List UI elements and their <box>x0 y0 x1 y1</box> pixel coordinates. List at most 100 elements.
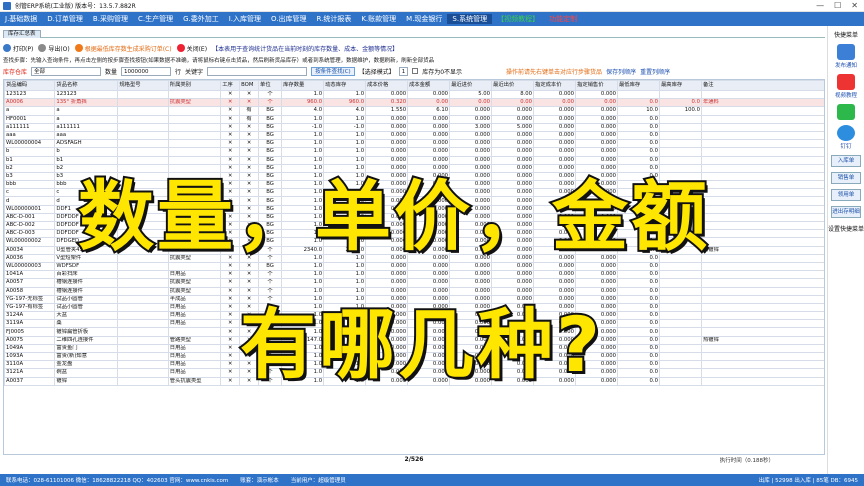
contact-info: 联系电话：028-61101006 微信：18628822218 QQ：4026… <box>6 478 229 484</box>
column-header[interactable]: 最近进价 <box>449 80 493 91</box>
table-cell: FJ0005 <box>4 327 56 337</box>
menu-custom-feature[interactable]: 功能定制 <box>544 14 582 24</box>
menu-production-mgmt[interactable]: C.生产管理 <box>133 14 178 24</box>
column-header[interactable]: 备注 <box>700 80 824 91</box>
table-cell: 0.000 <box>365 130 409 141</box>
column-header[interactable]: 成本金额 <box>407 80 451 91</box>
shortcut-requisition-button[interactable]: 领用单 <box>831 189 861 201</box>
table-cell: 4.0 <box>323 106 367 116</box>
table-cell <box>117 98 169 108</box>
column-header[interactable]: 库存数量 <box>281 80 325 91</box>
menu-video-tutorial[interactable]: 【视频教程】 <box>492 14 544 24</box>
table-cell: 抗震类型 <box>167 286 222 296</box>
menu-outsourcing[interactable]: G.委外加工 <box>178 14 224 24</box>
table-cell: A0036 <box>4 253 56 263</box>
table-cell: b2 <box>4 163 56 173</box>
table-cell: 0.320 <box>365 98 409 108</box>
close-window-icon[interactable]: ✕ <box>851 1 858 10</box>
save-column-order-link[interactable]: 保存列顺序 <box>606 67 636 76</box>
menu-cash-bank[interactable]: M.现金银行 <box>401 14 447 24</box>
table-row[interactable]: 123123 123123 ✕ ✕ 个 1.0 1.0 0.000 0.000 5.00 8.00 0… <box>4 89 824 100</box>
table-cell: 0.000 <box>575 139 618 149</box>
menu-accounts[interactable]: K.账款管理 <box>356 14 401 24</box>
table-cell: 0.000 <box>407 130 451 141</box>
table-cell <box>700 220 824 231</box>
notify-label: 发布通知 <box>834 63 857 69</box>
column-header[interactable]: 所属类别 <box>167 80 222 91</box>
column-header[interactable]: 指定销售价 <box>575 80 618 91</box>
table-row[interactable]: a111111 a111111 ✕ ✕ BG -1.0 -1.0 0.000 0.000 3.00… <box>4 122 824 132</box>
table-cell: 0.000 <box>491 139 535 149</box>
table-cell: 有 <box>239 114 260 124</box>
table-cell: 0.000 <box>407 89 451 100</box>
menu-purchase-mgmt[interactable]: B.采购管理 <box>88 14 133 24</box>
table-cell: A0057 <box>4 278 56 288</box>
table-cell: 0.0 <box>617 343 660 354</box>
table-cell: -1.0 <box>281 122 325 132</box>
column-header[interactable]: 单位 <box>258 80 283 91</box>
wechat-shortcut[interactable] <box>828 104 864 120</box>
video-shortcut[interactable]: 视频教程 <box>828 74 864 99</box>
close-button[interactable]: 关闭(E) <box>176 44 207 53</box>
dingtalk-shortcut[interactable]: 钉钉 <box>828 125 864 150</box>
table-row[interactable]: aaa aaa ✕ ✕ BG 1.0 1.0 0.000 0.000 0.000 0.000 0.00… <box>4 130 824 141</box>
column-header[interactable]: 工序 <box>220 80 241 91</box>
warehouse-label: 库存仓库 <box>3 68 28 76</box>
search-button[interactable]: 按条件查找(C) <box>311 66 355 76</box>
reset-column-order-link[interactable]: 重置列顺序 <box>640 67 670 76</box>
table-row[interactable]: A0006 135° 折角挡 抗震类型 ✕ ✕ 个 960.0 960.0 0.320 0.00 0… <box>4 98 824 108</box>
tab-inventory-summary[interactable]: 库存汇总表 <box>3 30 41 38</box>
menu-system-mgmt[interactable]: S.系统管理 <box>447 14 493 24</box>
generate-purchase-order-button[interactable]: 根据最低库存数生成采购订单(C) <box>74 44 172 53</box>
operation-tip-link[interactable]: 操作前请先右键单击对应行步骤货品 <box>506 67 602 76</box>
page-indicator: 2/526 <box>404 456 424 463</box>
minimize-icon[interactable]: — <box>816 1 824 10</box>
dingtalk-icon <box>837 125 855 141</box>
table-row[interactable]: a a ✕ 有 BG 4.0 4.0 1.550 6.10 0.000 0.000 0.000 0.00… <box>4 106 824 116</box>
print-button[interactable]: 打印(P) <box>3 44 33 53</box>
column-header[interactable]: 最低库存 <box>617 80 660 91</box>
table-cell <box>617 89 660 100</box>
column-header[interactable]: 动态库存 <box>323 80 367 91</box>
menu-reports[interactable]: R.统计报表 <box>311 14 356 24</box>
menu-basic-data[interactable]: J.基础数据 <box>0 14 42 24</box>
maximize-icon[interactable]: ☐ <box>834 1 841 10</box>
hide-zero-checkbox[interactable] <box>412 68 419 74</box>
table-cell <box>117 139 169 149</box>
table-cell: 1.550 <box>365 106 409 116</box>
table-row[interactable]: WL00000004 ADSFAGH ✕ ✕ BG 1.0 1.0 0.000 0.000 0.0… <box>4 139 824 149</box>
table-cell: 0.0 <box>617 351 660 362</box>
column-header[interactable]: 指定成本价 <box>533 80 577 91</box>
shortcut-sales-button[interactable]: 销售单 <box>831 172 861 184</box>
shortcut-inbound-button[interactable]: 入库单 <box>831 155 861 167</box>
export-button[interactable]: 导出(O) <box>38 44 70 53</box>
menu-order-mgmt[interactable]: D.订单管理 <box>42 14 88 24</box>
table-row[interactable]: 1041A 百彩扫床 日用品 ✕ ✕ 个 1.0 1.0 0.000 0.000 0.000 0.00… <box>4 270 824 280</box>
table-cell: 0.000 <box>533 130 577 141</box>
menu-outbound-mgmt[interactable]: O.出库管理 <box>266 14 311 24</box>
menu-inbound-mgmt[interactable]: I.入库管理 <box>224 14 266 24</box>
shortcut-stock-detail-button[interactable]: 进出存明细 <box>831 206 861 218</box>
keyword-input[interactable] <box>207 66 308 76</box>
db-stats: 出库 | 52998 出入库 | 85笔 DB：6945 <box>758 478 858 484</box>
mode-select[interactable]: 1 <box>398 66 409 76</box>
table-cell: ✕ <box>220 114 241 124</box>
column-header[interactable]: 最高库存 <box>658 80 702 91</box>
set-quick-menu-link[interactable]: 设置快捷菜单 <box>828 224 864 233</box>
column-header[interactable]: BOM <box>239 80 260 91</box>
table-cell: 0.000 <box>575 114 618 124</box>
notify-shortcut[interactable]: 发布通知 <box>828 44 864 69</box>
column-header[interactable]: 规格型号 <box>117 80 169 91</box>
column-header[interactable]: 货品名称 <box>54 80 119 91</box>
qty-input[interactable]: 1000000 <box>121 66 172 76</box>
table-cell: ✕ <box>220 302 241 313</box>
table-cell: ✕ <box>239 98 260 108</box>
column-header[interactable]: 成本价格 <box>365 80 409 91</box>
table-cell: a111111 <box>54 122 119 132</box>
table-row[interactable]: HF0001 a ✕ 有 BG 1.0 1.0 0.000 0.000 0.000 0.000 0.0… <box>4 114 824 124</box>
column-header[interactable]: 货品编码 <box>4 80 56 91</box>
warehouse-select[interactable]: 全部 <box>31 66 102 76</box>
table-cell: b1 <box>4 155 56 165</box>
table-cell: 0.000 <box>575 106 618 116</box>
column-header[interactable]: 最近出价 <box>491 80 535 91</box>
